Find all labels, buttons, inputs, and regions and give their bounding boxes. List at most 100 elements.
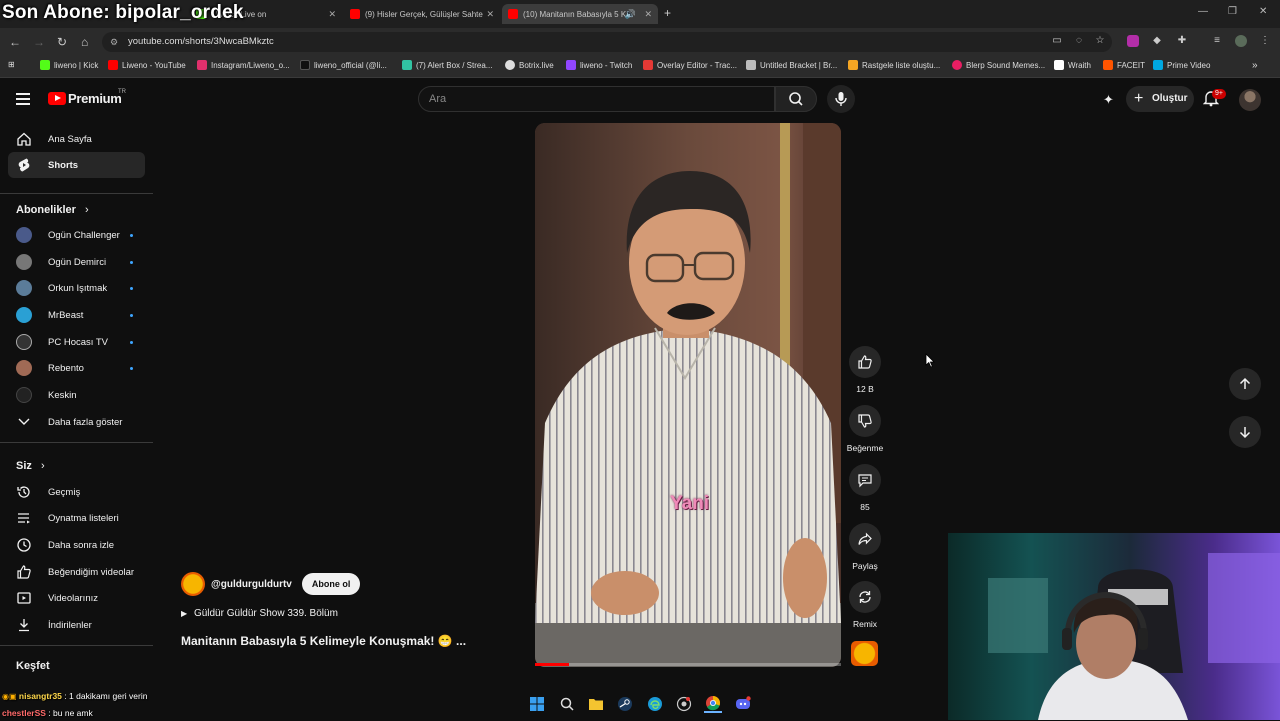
audio-track-thumbnail[interactable] (851, 641, 878, 666)
site-info-icon[interactable]: ⚙ (110, 32, 118, 52)
sidebar-item-your-videos[interactable]: Videolarınız (8, 585, 145, 611)
profile-avatar[interactable] (1235, 35, 1247, 47)
comments-button[interactable]: 85 (848, 464, 882, 512)
browser-tab-active[interactable]: (10) Manitanın Babasıyla 5 K 🔊 ✕ (502, 4, 658, 24)
dislike-button[interactable]: Beğenme (840, 405, 890, 453)
wraith-icon (1054, 60, 1064, 70)
windows-start-icon[interactable] (528, 695, 546, 713)
sidebar-item-subscription[interactable]: MrBeast (8, 302, 145, 328)
bookmark[interactable]: Liweno - YouTube (108, 60, 186, 70)
edge-icon[interactable] (646, 695, 664, 713)
cast-sparkle-icon[interactable]: ✦ (1103, 92, 1114, 108)
more-bookmarks-icon[interactable]: » (1252, 60, 1258, 71)
sidebar-item-home[interactable]: Ana Sayfa (8, 126, 145, 152)
sidebar-item-downloads[interactable]: İndirilenler (8, 612, 145, 638)
sidebar-item-subscription[interactable]: Keskin (8, 382, 145, 408)
short-title[interactable]: Manitanın Babasıyla 5 Kelimeyle Konuşmak… (181, 634, 466, 648)
sidebar-item-subscription[interactable]: PC Hocası TV (8, 329, 145, 355)
comment-icon (849, 464, 881, 496)
bookmark[interactable]: liweno - Twitch (566, 60, 632, 70)
previous-short-button[interactable] (1229, 368, 1261, 400)
short-video-player[interactable] (535, 123, 841, 667)
hamburger-menu-icon[interactable] (16, 93, 30, 105)
show-more-button[interactable]: Daha fazla göster (8, 409, 145, 435)
tab-label: (10) Manitanın Babasıyla 5 K (523, 9, 627, 19)
video-progress-bar[interactable] (535, 663, 841, 666)
address-bar[interactable]: ⚙ youtube.com/shorts/3NwcaBMkztc (102, 32, 1112, 52)
bookmark[interactable]: (7) Alert Box / Strea... (402, 60, 492, 70)
tab-search-icon[interactable]: ≡ (1211, 35, 1223, 47)
sidebar-item-subscription[interactable]: Ogün Challenger (8, 222, 145, 248)
subscribe-button[interactable]: Abone ol (301, 573, 361, 595)
sidebar-item-history[interactable]: Geçmiş (8, 479, 145, 505)
youtube-premium-logo[interactable]: Premium TR (48, 89, 126, 106)
new-tab-button[interactable]: + (664, 6, 671, 20)
video-caption: Yani (670, 493, 710, 514)
next-short-button[interactable] (1229, 416, 1261, 448)
forward-icon[interactable]: → (33, 35, 45, 49)
search-button[interactable] (775, 86, 817, 112)
sidebar-item-playlists[interactable]: Oynatma listeleri (8, 505, 145, 531)
sidebar-item-subscription[interactable]: Rebento (8, 355, 145, 381)
eye-off-icon[interactable]: ◌ (1073, 35, 1085, 47)
close-icon[interactable]: ✕ (644, 9, 652, 20)
close-icon[interactable]: ✕ (328, 9, 336, 20)
bookmark[interactable]: Blerp Sound Memes... (952, 60, 1045, 70)
bookmark[interactable]: Botrix.live (505, 60, 554, 70)
blerp-icon (952, 60, 962, 70)
bookmark[interactable]: liweno | Kick (40, 60, 98, 70)
new-content-dot (130, 233, 133, 237)
star-icon[interactable]: ☆ (1094, 35, 1106, 47)
steam-icon[interactable] (616, 695, 634, 713)
extension-icon[interactable]: ◆ (1151, 35, 1163, 47)
sidebar-item-subscription[interactable]: Ogün Demirci (8, 249, 145, 275)
voice-search-button[interactable] (827, 85, 855, 113)
sidebar-item-liked-videos[interactable]: Beğendiğim videolar (8, 559, 145, 585)
chat-username: nisangtr35 (18, 691, 62, 701)
share-button[interactable]: Paylaş (840, 523, 890, 571)
sidebar-item-watch-later[interactable]: Daha sonra izle (8, 532, 145, 558)
thumbs-up-icon (16, 564, 32, 580)
search-input[interactable]: Ara (418, 86, 775, 112)
playlist-link[interactable]: ▶ Güldür Güldür Show 339. Bölüm (181, 608, 338, 619)
remix-button[interactable]: Remix (840, 581, 890, 629)
channel-name[interactable]: @guldurguldurtv (211, 579, 292, 590)
close-window-icon[interactable]: ✕ (1259, 6, 1267, 17)
account-avatar[interactable] (1239, 89, 1261, 111)
reload-icon[interactable]: ↻ (57, 35, 67, 49)
create-button[interactable]: + Oluştur (1126, 86, 1194, 112)
back-icon[interactable]: ← (9, 35, 21, 49)
channel-avatar[interactable] (181, 572, 205, 596)
file-explorer-icon[interactable] (587, 695, 605, 713)
bookmark[interactable]: Rastgele liste oluştu... (848, 60, 940, 70)
apps-grid-icon[interactable]: ⊞ (8, 60, 15, 69)
sidebar-item-shorts[interactable]: Shorts (8, 152, 145, 178)
bookmark[interactable]: Untitled Bracket | Br... (746, 60, 837, 70)
chat-text: : bu ne amk (48, 708, 93, 718)
bookmark[interactable]: FACEIT (1103, 60, 1145, 70)
discord-icon[interactable] (734, 695, 752, 713)
sidebar-item-subscription[interactable]: Orkun Işıtmak (8, 275, 145, 301)
cast-icon[interactable]: ▭ (1051, 35, 1063, 47)
speaker-icon[interactable]: 🔊 (625, 9, 636, 20)
bookmark[interactable]: liweno_official (@li... (300, 60, 387, 70)
like-button[interactable]: 12 B (848, 346, 882, 394)
bookmark[interactable]: Prime Video (1153, 60, 1210, 70)
play-icon: ▶ (181, 609, 188, 618)
extensions-puzzle-icon[interactable]: ✚ (1176, 35, 1188, 47)
subscriptions-heading[interactable]: Abonelikler › (16, 204, 89, 216)
bookmark[interactable]: Overlay Editor - Trac... (643, 60, 737, 70)
chrome-icon[interactable] (704, 695, 722, 713)
home-icon[interactable]: ⌂ (81, 35, 88, 49)
minimize-icon[interactable]: — (1198, 6, 1208, 17)
bookmark[interactable]: Instagram/Liweno_o... (197, 60, 290, 70)
close-icon[interactable]: ✕ (486, 9, 494, 20)
extension-icon[interactable] (1127, 35, 1139, 47)
taskbar-search-icon[interactable] (558, 695, 576, 713)
browser-tab[interactable]: (9) Hisler Gerçek, Gülüşler Sahte ✕ (350, 4, 494, 24)
app-icon[interactable] (675, 695, 693, 713)
bookmark[interactable]: Wraith (1054, 60, 1091, 70)
more-menu-icon[interactable]: ⋮ (1259, 35, 1271, 47)
you-heading[interactable]: Siz › (16, 460, 45, 472)
restore-icon[interactable]: ❐ (1228, 6, 1237, 17)
